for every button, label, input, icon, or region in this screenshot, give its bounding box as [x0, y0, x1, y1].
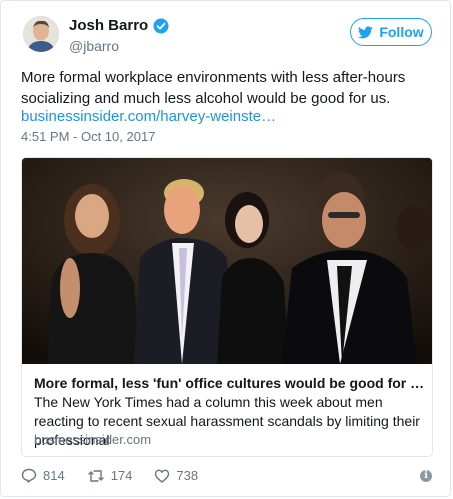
like-button[interactable]: 738	[154, 468, 198, 483]
follow-button-label: Follow	[379, 24, 424, 40]
heart-icon	[155, 469, 170, 483]
reply-button[interactable]: 814	[21, 468, 65, 483]
retweet-count: 174	[110, 468, 133, 483]
retweet-button[interactable]: 174	[87, 468, 133, 483]
link-card[interactable]: More formal, less 'fun' office cultures …	[21, 157, 433, 457]
tweet-actions: 814 174 738	[21, 468, 198, 483]
twitter-bird-icon	[358, 25, 374, 38]
reply-count: 814	[43, 468, 65, 483]
avatar[interactable]	[23, 16, 59, 52]
verified-badge-icon	[153, 18, 169, 33]
author-handle[interactable]: @jbarro	[69, 38, 119, 54]
card-title[interactable]: More formal, less 'fun' office cultures …	[34, 375, 426, 391]
info-icon[interactable]: i	[420, 470, 432, 482]
tweet-link[interactable]: businessinsider.com/harvey-weinste…	[21, 108, 276, 125]
like-count: 738	[176, 468, 199, 483]
follow-button[interactable]: Follow	[350, 18, 432, 46]
card-image	[22, 158, 432, 364]
reply-icon	[21, 468, 37, 483]
retweet-icon	[88, 469, 104, 482]
author-name[interactable]: Josh Barro	[69, 17, 169, 34]
embedded-tweet: Josh Barro @jbarro Follow More formal wo…	[0, 0, 451, 497]
tweet-timestamp[interactable]: 4:51 PM - Oct 10, 2017	[21, 129, 155, 144]
tweet-text: More formal workplace environments with …	[21, 69, 406, 107]
card-domain: businessinsider.com	[34, 432, 152, 447]
author-name-text: Josh Barro	[69, 17, 149, 34]
